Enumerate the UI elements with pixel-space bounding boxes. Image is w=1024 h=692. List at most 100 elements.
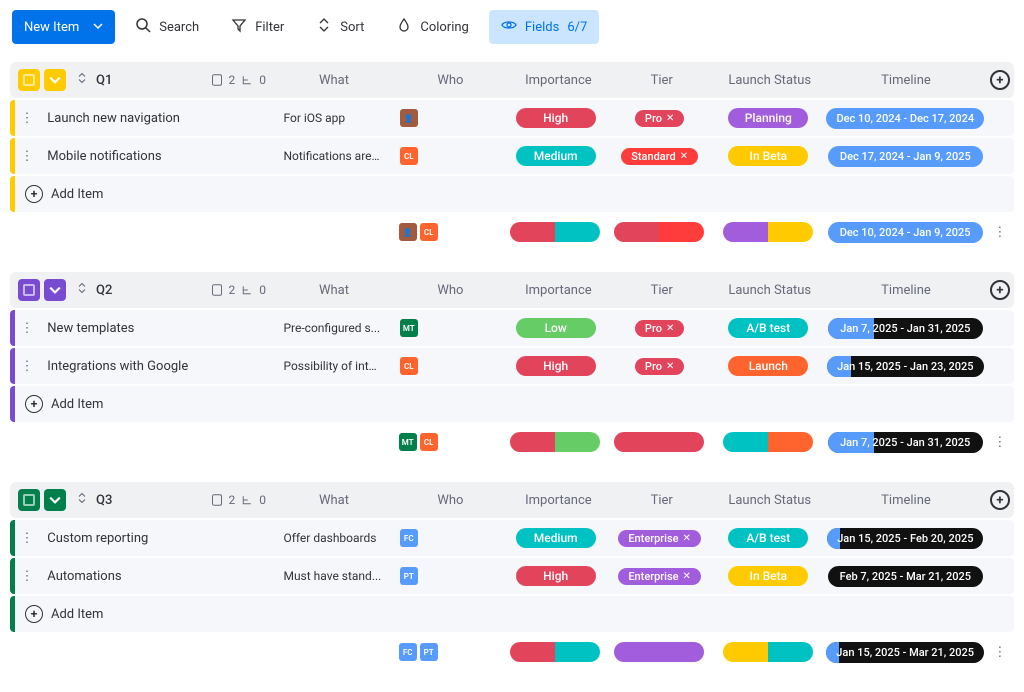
launch-cell[interactable]: In Beta — [712, 566, 825, 586]
table-row[interactable]: ⋮ Custom reporting Offer dashboards FC M… — [10, 520, 1014, 556]
timeline-cell[interactable]: Jan 7, 2025 - Jan 31, 2025 — [825, 318, 986, 339]
timeline-cell[interactable]: Jan 15, 2025 - Jan 23, 2025 — [825, 356, 986, 377]
col-launch[interactable]: Launch Status — [713, 493, 826, 508]
launch-cell[interactable]: A/B test — [712, 318, 825, 338]
more-menu[interactable]: ⋮ — [986, 645, 1014, 660]
timeline-pill[interactable]: Feb 7, 2025 - Mar 21, 2025 — [828, 566, 983, 587]
table-row[interactable]: ⋮ Automations Must have stand... PT High… — [10, 558, 1014, 594]
tier-cell[interactable]: Enterprise✕ — [608, 530, 712, 547]
launch-cell[interactable]: A/B test — [712, 528, 825, 548]
item-name[interactable]: Custom reporting — [39, 531, 275, 546]
what-cell[interactable]: For iOS app — [275, 111, 389, 125]
timeline-cell[interactable]: Jan 15, 2025 - Feb 20, 2025 — [825, 528, 986, 549]
item-name[interactable]: New templates — [39, 321, 275, 336]
timeline-pill[interactable]: Jan 15, 2025 - Jan 23, 2025 — [827, 356, 983, 377]
sort-icon[interactable] — [76, 72, 88, 88]
add-item-row[interactable]: +Add Item — [10, 596, 1014, 632]
close-icon[interactable]: ✕ — [683, 533, 691, 544]
close-icon[interactable]: ✕ — [666, 113, 674, 124]
col-what[interactable]: What — [274, 493, 394, 508]
what-cell[interactable]: Possibility of inte... — [275, 359, 389, 373]
drag-handle[interactable]: ⋮ — [15, 111, 40, 126]
who-cell[interactable]: PT — [390, 567, 504, 585]
timeline-pill[interactable]: Jan 7, 2025 - Jan 31, 2025 — [828, 318, 983, 339]
item-name[interactable]: Launch new navigation — [39, 111, 275, 126]
col-importance[interactable]: Importance — [507, 73, 610, 88]
table-row[interactable]: ⋮ New templates Pre-configured s... MT L… — [10, 310, 1014, 346]
timeline-pill[interactable]: Jan 15, 2025 - Mar 21, 2025 — [826, 642, 984, 663]
who-cell[interactable]: FC — [390, 529, 504, 547]
fields-button[interactable]: Fields 6/7 — [489, 10, 599, 44]
group-title[interactable]: Q2 — [96, 283, 211, 298]
launch-cell[interactable]: Planning — [712, 108, 825, 128]
importance-cell[interactable]: High — [504, 108, 608, 128]
add-item-row[interactable]: +Add Item — [10, 386, 1014, 422]
new-item-button[interactable]: New Item — [12, 10, 115, 44]
add-item-row[interactable]: +Add Item — [10, 176, 1014, 212]
tier-cell[interactable]: Standard✕ — [608, 148, 712, 165]
drag-handle[interactable]: ⋮ — [15, 531, 40, 546]
who-cell[interactable]: CL — [390, 147, 504, 165]
who-cell[interactable]: CL — [390, 357, 504, 375]
col-tier[interactable]: Tier — [610, 283, 713, 298]
sort-icon[interactable] — [76, 282, 88, 298]
tier-cell[interactable]: Enterprise✕ — [608, 568, 712, 585]
importance-cell[interactable]: High — [504, 566, 608, 586]
col-launch[interactable]: Launch Status — [713, 283, 826, 298]
importance-cell[interactable]: Low — [504, 318, 608, 338]
timeline-pill[interactable]: Jan 15, 2025 - Feb 20, 2025 — [827, 528, 983, 549]
col-what[interactable]: What — [274, 283, 394, 298]
close-icon[interactable]: ✕ — [683, 571, 691, 582]
close-icon[interactable]: ✕ — [666, 323, 674, 334]
timeline-cell[interactable]: Dec 17, 2024 - Jan 9, 2025 — [825, 146, 986, 167]
col-timeline[interactable]: Timeline — [826, 283, 986, 298]
tier-cell[interactable]: Pro✕ — [608, 110, 712, 127]
col-launch[interactable]: Launch Status — [713, 73, 826, 88]
col-importance[interactable]: Importance — [507, 283, 610, 298]
drag-handle[interactable]: ⋮ — [15, 569, 40, 584]
timeline-pill[interactable]: Dec 10, 2024 - Dec 17, 2024 — [826, 108, 984, 129]
sort-button[interactable]: Sort — [304, 10, 376, 44]
col-who[interactable]: Who — [394, 493, 507, 508]
timeline-cell[interactable]: Dec 10, 2024 - Dec 17, 2024 — [825, 108, 986, 129]
col-importance[interactable]: Importance — [507, 493, 610, 508]
who-cell[interactable]: 👤 — [390, 109, 504, 127]
group-checkbox[interactable] — [18, 279, 40, 301]
item-name[interactable]: Mobile notifications — [39, 149, 275, 164]
group-collapse-button[interactable] — [44, 69, 66, 91]
col-tier[interactable]: Tier — [610, 73, 713, 88]
launch-cell[interactable]: Launch — [712, 356, 825, 376]
group-collapse-button[interactable] — [44, 279, 66, 301]
table-row[interactable]: ⋮ Integrations with Google Possibility o… — [10, 348, 1014, 384]
tier-cell[interactable]: Pro✕ — [608, 358, 712, 375]
table-row[interactable]: ⋮ Mobile notifications Notifications are… — [10, 138, 1014, 174]
filter-button[interactable]: Filter — [219, 10, 296, 44]
item-name[interactable]: Automations — [39, 569, 275, 584]
col-what[interactable]: What — [274, 73, 394, 88]
add-column-button[interactable]: + — [986, 280, 1014, 300]
col-who[interactable]: Who — [394, 73, 507, 88]
close-icon[interactable]: ✕ — [680, 151, 688, 162]
table-row[interactable]: ⋮ Launch new navigation For iOS app 👤 Hi… — [10, 100, 1014, 136]
col-who[interactable]: Who — [394, 283, 507, 298]
timeline-cell[interactable]: Feb 7, 2025 - Mar 21, 2025 — [825, 566, 986, 587]
close-icon[interactable]: ✕ — [666, 361, 674, 372]
search-button[interactable]: Search — [123, 10, 211, 44]
launch-cell[interactable]: In Beta — [712, 146, 825, 166]
importance-cell[interactable]: High — [504, 356, 608, 376]
importance-cell[interactable]: Medium — [504, 146, 608, 166]
item-name[interactable]: Integrations with Google — [39, 359, 275, 374]
group-checkbox[interactable] — [18, 489, 40, 511]
sort-icon[interactable] — [76, 492, 88, 508]
drag-handle[interactable]: ⋮ — [15, 149, 40, 164]
who-cell[interactable]: MT — [390, 319, 504, 337]
col-tier[interactable]: Tier — [610, 493, 713, 508]
col-timeline[interactable]: Timeline — [826, 493, 986, 508]
timeline-pill[interactable]: Jan 7, 2025 - Jan 31, 2025 — [828, 432, 983, 453]
more-menu[interactable]: ⋮ — [986, 225, 1014, 240]
col-timeline[interactable]: Timeline — [826, 73, 986, 88]
add-column-button[interactable]: + — [986, 490, 1014, 510]
more-menu[interactable]: ⋮ — [986, 435, 1014, 450]
what-cell[interactable]: Must have stand... — [275, 569, 389, 583]
coloring-button[interactable]: Coloring — [384, 10, 481, 44]
